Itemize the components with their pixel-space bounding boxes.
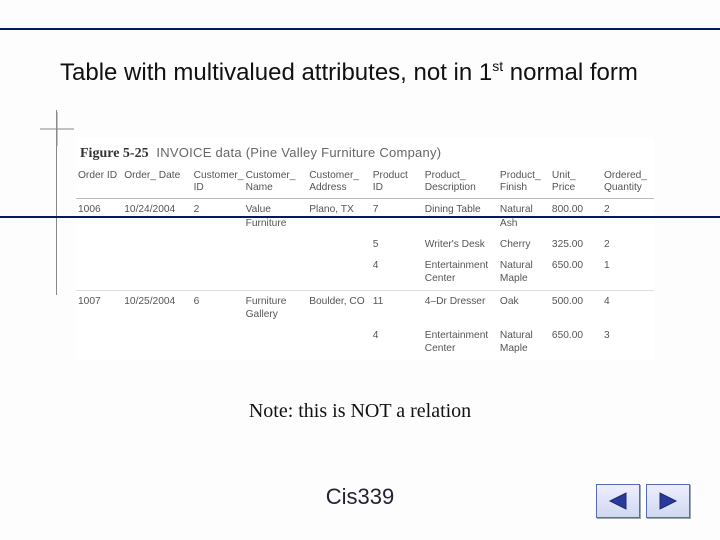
table-cell: Writer's Desk — [423, 234, 498, 255]
col-customer-id: Customer_ ID — [192, 166, 244, 199]
title-prefix: Table with multivalued attributes, not i… — [60, 59, 492, 86]
note-text: Note: this is NOT a relation — [0, 400, 720, 423]
table-cell: 1 — [602, 255, 654, 290]
table-cell: Furniture Gallery — [244, 290, 308, 325]
table-cell — [76, 255, 122, 290]
triangle-left-icon — [608, 492, 628, 510]
col-product-id: Product ID — [371, 166, 423, 199]
figure-caption-text: INVOICE data (Pine Valley Furniture Comp… — [156, 145, 441, 160]
table-cell — [307, 255, 371, 290]
table-cell — [192, 255, 244, 290]
table-header: Order ID Order_ Date Customer_ ID Custom… — [76, 166, 654, 199]
table-cell: 2 — [602, 234, 654, 255]
table-cell — [122, 325, 191, 360]
horizontal-rule-bottom — [0, 216, 720, 218]
table-cell — [244, 325, 308, 360]
table-cell — [307, 234, 371, 255]
col-product-desc: Product_ Description — [423, 166, 498, 199]
col-customer-name: Customer_ Name — [244, 166, 308, 199]
col-customer-address: Customer_ Address — [307, 166, 371, 199]
table-cell — [76, 325, 122, 360]
table-cell: 4–Dr Dresser — [423, 290, 498, 325]
table-cell: 4 — [371, 325, 423, 360]
table-cell: Cherry — [498, 234, 550, 255]
table-cell — [244, 234, 308, 255]
slide: Table with multivalued attributes, not i… — [0, 0, 720, 540]
col-order-date: Order_ Date — [122, 166, 191, 199]
horizontal-rule-top — [0, 28, 720, 30]
table-cell: 10/25/2004 — [122, 290, 191, 325]
title-superscript: st — [492, 58, 503, 74]
table-cell: Natural Maple — [498, 325, 550, 360]
table-cell: 325.00 — [550, 234, 602, 255]
crosshair-icon — [40, 112, 74, 146]
table-row: 100710/25/20046Furniture GalleryBoulder,… — [76, 290, 654, 325]
table-cell: 4 — [602, 290, 654, 325]
table-cell: Oak — [498, 290, 550, 325]
col-product-finish: Product_ Finish — [498, 166, 550, 199]
col-qty: Ordered_ Quantity — [602, 166, 654, 199]
table-cell — [122, 255, 191, 290]
col-order-id: Order ID — [76, 166, 122, 199]
table-cell: 650.00 — [550, 325, 602, 360]
table-cell: Boulder, CO — [307, 290, 371, 325]
invoice-table: Order ID Order_ Date Customer_ ID Custom… — [76, 166, 654, 360]
table-cell: Entertainment Center — [423, 325, 498, 360]
table-cell: Entertainment Center — [423, 255, 498, 290]
table-cell — [192, 325, 244, 360]
nav-buttons — [596, 484, 690, 518]
table-cell: Natural Maple — [498, 255, 550, 290]
prev-button[interactable] — [596, 484, 640, 518]
col-unit-price: Unit_ Price — [550, 166, 602, 199]
figure-caption: Figure 5-25 INVOICE data (Pine Valley Fu… — [76, 138, 654, 166]
slide-title: Table with multivalued attributes, not i… — [60, 58, 638, 87]
table-cell — [192, 234, 244, 255]
table-cell — [76, 234, 122, 255]
triangle-right-icon — [658, 492, 678, 510]
table-cell: 500.00 — [550, 290, 602, 325]
table-cell: 650.00 — [550, 255, 602, 290]
table-row: 5Writer's DeskCherry325.002 — [76, 234, 654, 255]
figure-label: Figure 5-25 — [80, 146, 149, 161]
table-cell: 5 — [371, 234, 423, 255]
table-cell: 3 — [602, 325, 654, 360]
table-cell: 6 — [192, 290, 244, 325]
figure-container: Figure 5-25 INVOICE data (Pine Valley Fu… — [76, 138, 654, 360]
table-row: 4Entertainment CenterNatural Maple650.00… — [76, 255, 654, 290]
table-cell: 11 — [371, 290, 423, 325]
table-row: 4Entertainment CenterNatural Maple650.00… — [76, 325, 654, 360]
title-suffix: normal form — [503, 59, 638, 86]
table-cell: 4 — [371, 255, 423, 290]
table-cell — [307, 325, 371, 360]
table-cell — [244, 255, 308, 290]
table-body: 100610/24/20042Value FurniturePlano, TX7… — [76, 199, 654, 360]
vertical-guide-line — [56, 110, 57, 295]
table-cell — [122, 234, 191, 255]
table-cell: 1007 — [76, 290, 122, 325]
next-button[interactable] — [646, 484, 690, 518]
